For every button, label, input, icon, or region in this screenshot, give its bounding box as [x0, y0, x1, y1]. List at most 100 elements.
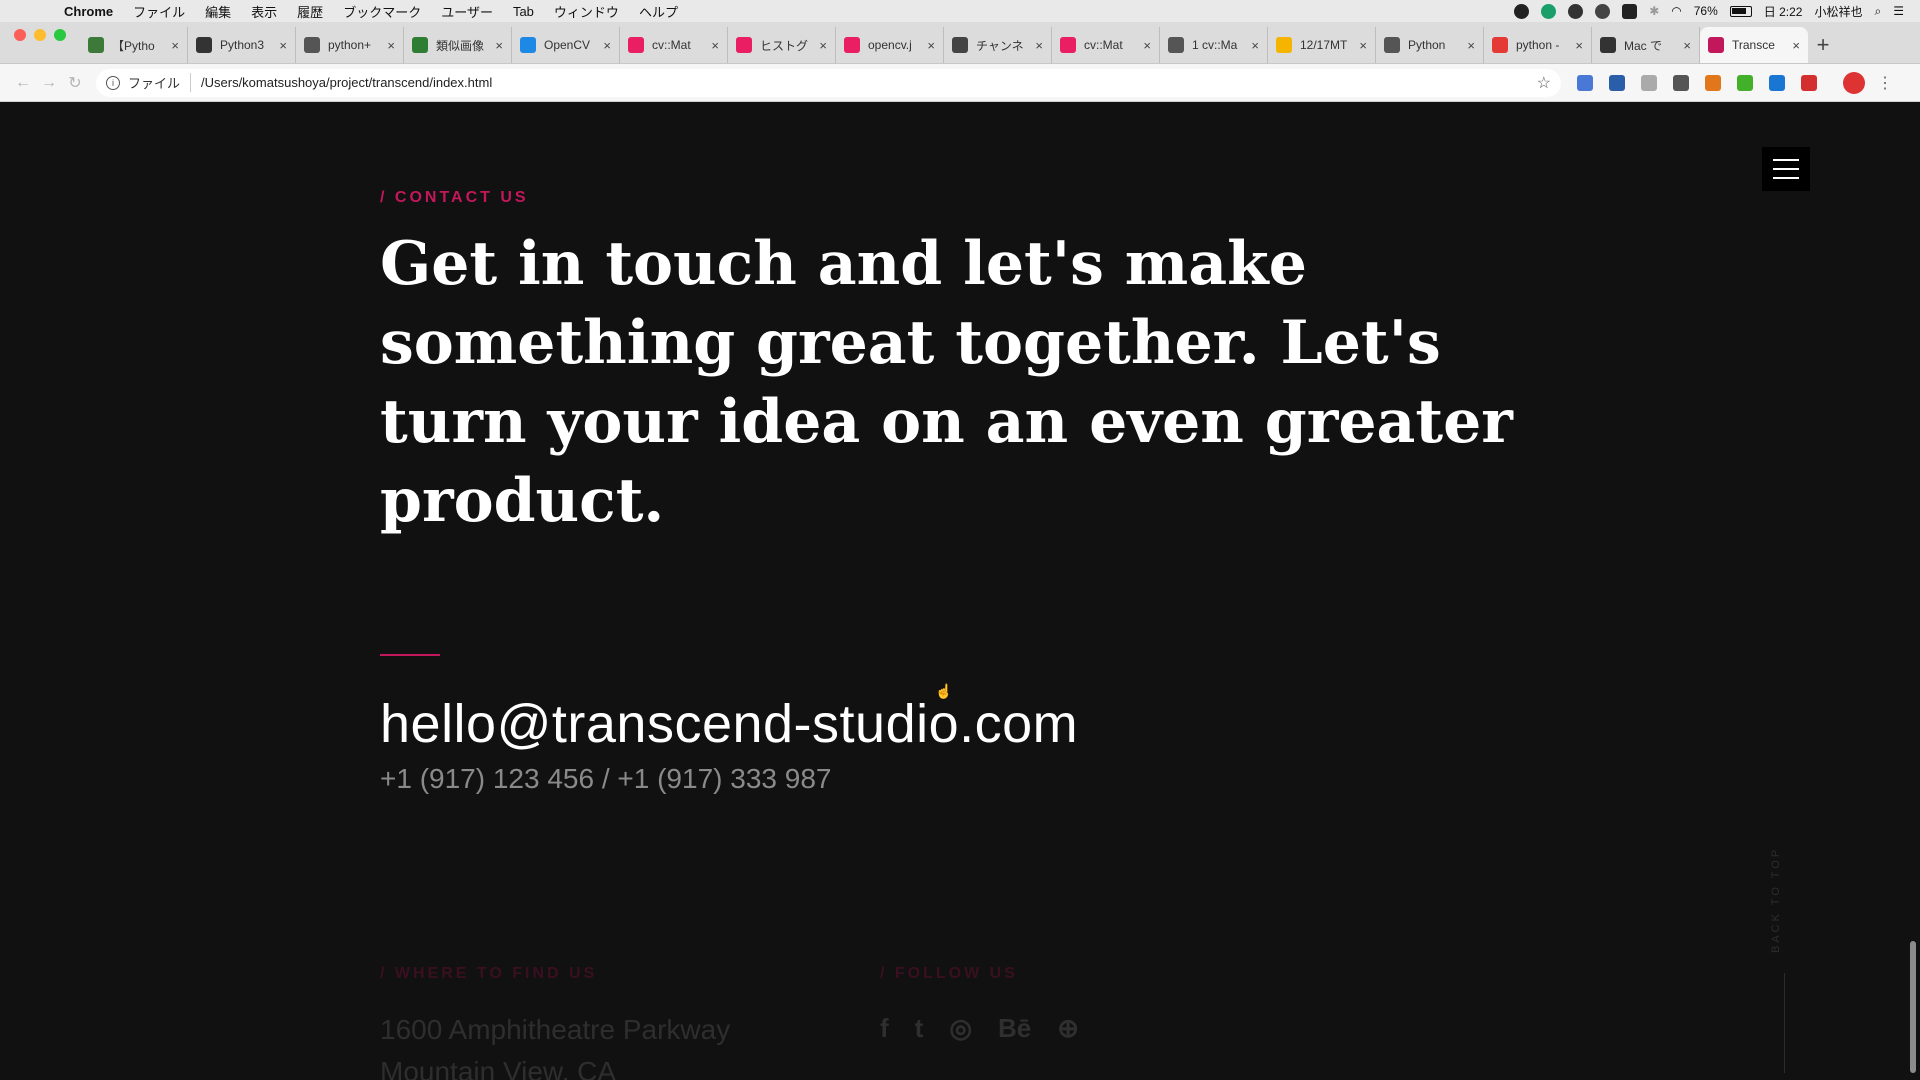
browser-tab[interactable]: Python3 ×: [188, 27, 296, 63]
hamburger-menu-button[interactable]: [1762, 147, 1810, 191]
tab-close-icon[interactable]: ×: [711, 38, 719, 53]
back-to-top-link[interactable]: BACK TO TOP: [1770, 847, 1782, 953]
tab-close-icon[interactable]: ×: [1251, 38, 1259, 53]
input-method-icon[interactable]: [1622, 3, 1638, 19]
close-window-icon[interactable]: [14, 28, 26, 41]
menu-app-name[interactable]: Chrome: [54, 4, 123, 19]
browser-tab[interactable]: 12/17MT ×: [1268, 27, 1376, 63]
tab-close-icon[interactable]: ×: [819, 38, 827, 53]
browser-tab[interactable]: Python ×: [1376, 27, 1484, 63]
browser-tab[interactable]: 類似画像 ×: [404, 27, 512, 63]
dictionary-extension-icon[interactable]: [1609, 74, 1625, 91]
address-bar[interactable]: i ファイル /Users/komatsushoya/project/trans…: [96, 68, 1561, 97]
tab-close-icon[interactable]: ×: [603, 38, 611, 53]
tab-favicon-icon: [196, 37, 212, 53]
extension-icon[interactable]: [1641, 74, 1657, 91]
accent-divider: [380, 654, 440, 656]
browser-tab[interactable]: OpenCV ×: [512, 27, 620, 63]
clock[interactable]: 日 2:22: [1764, 3, 1803, 20]
browser-tab[interactable]: チャンネ ×: [944, 27, 1052, 63]
translate-extension-icon[interactable]: [1577, 74, 1593, 91]
menu-history[interactable]: 履歴: [287, 2, 333, 21]
tab-close-icon[interactable]: ×: [1575, 38, 1583, 53]
behance-icon[interactable]: Bē: [998, 1013, 1031, 1044]
tab-close-icon[interactable]: ×: [279, 38, 287, 53]
tab-close-icon[interactable]: ×: [1035, 38, 1043, 53]
tab-favicon-icon: [1276, 37, 1292, 53]
tab-label: cv::Mat: [1084, 38, 1123, 52]
tab-favicon-icon: [952, 37, 968, 53]
browser-tab[interactable]: 【Pytho ×: [80, 27, 188, 63]
menu-view[interactable]: 表示: [241, 2, 287, 21]
tab-close-icon[interactable]: ×: [171, 38, 179, 53]
menu-tab[interactable]: Tab: [503, 4, 544, 19]
dribbble-icon[interactable]: ⊕: [1057, 1013, 1079, 1044]
minimize-window-icon[interactable]: [34, 28, 46, 41]
browser-tab[interactable]: opencv.j ×: [836, 27, 944, 63]
bookmark-star-icon[interactable]: ☆: [1537, 73, 1551, 93]
menu-bookmarks[interactable]: ブックマーク: [333, 2, 431, 21]
facebook-icon[interactable]: f: [880, 1013, 889, 1044]
menu-line-icon: [1773, 159, 1799, 161]
video-extension-icon[interactable]: [1801, 74, 1817, 91]
menu-user[interactable]: ユーザー: [431, 2, 503, 21]
record-icon[interactable]: [1514, 3, 1530, 19]
tab-close-icon[interactable]: ×: [1792, 38, 1800, 53]
tab-close-icon[interactable]: ×: [495, 38, 503, 53]
site-info-icon[interactable]: i: [106, 75, 120, 90]
url-scheme: ファイル: [128, 73, 192, 92]
social-links: f t ◎ Bē ⊕: [880, 1013, 1079, 1044]
tab-close-icon[interactable]: ×: [387, 38, 395, 53]
browser-tab[interactable]: Mac で ×: [1592, 27, 1700, 63]
browser-tab[interactable]: cv::Mat ×: [620, 27, 728, 63]
tab-favicon-icon: [304, 37, 320, 53]
zoom-window-icon[interactable]: [54, 28, 66, 41]
page-scrollbar[interactable]: [1910, 941, 1916, 1073]
forward-icon[interactable]: →: [36, 74, 62, 92]
selenium-extension-icon[interactable]: [1737, 74, 1753, 91]
tab-favicon-icon: [1060, 37, 1076, 53]
instagram-icon[interactable]: ◎: [949, 1013, 972, 1044]
reload-icon[interactable]: ↻: [62, 73, 88, 93]
bluetooth-icon[interactable]: ✱: [1649, 4, 1659, 18]
url-text[interactable]: /Users/komatsushoya/project/transcend/in…: [201, 75, 1537, 90]
wifi-icon[interactable]: ◠: [1671, 4, 1681, 18]
menu-window[interactable]: ウィンドウ: [544, 2, 629, 21]
browser-tab[interactable]: python - ×: [1484, 27, 1592, 63]
tab-close-icon[interactable]: ×: [1359, 38, 1367, 53]
menu-help[interactable]: ヘルプ: [629, 2, 688, 21]
contact-email-link[interactable]: hello@transcend-studio.com: [380, 693, 1078, 755]
tab-close-icon[interactable]: ×: [1683, 38, 1691, 53]
grammarly-icon[interactable]: [1541, 3, 1557, 19]
browser-tab[interactable]: python+ ×: [296, 27, 404, 63]
profile-avatar[interactable]: [1843, 71, 1865, 94]
user-name[interactable]: 小松祥也: [1814, 3, 1862, 20]
spotlight-icon[interactable]: ⌕: [1875, 4, 1882, 19]
new-tab-button[interactable]: +: [1808, 27, 1838, 63]
tab-close-icon[interactable]: ×: [1467, 38, 1475, 53]
browser-tab[interactable]: ヒストグ ×: [728, 27, 836, 63]
qr-extension-icon[interactable]: [1673, 74, 1689, 91]
tab-close-icon[interactable]: ×: [927, 38, 935, 53]
back-icon[interactable]: ←: [10, 74, 36, 92]
window-controls: [0, 22, 80, 63]
browser-tab[interactable]: 1 cv::Ma ×: [1160, 27, 1268, 63]
creative-cloud-icon[interactable]: [1595, 3, 1611, 19]
menu-file[interactable]: ファイル: [123, 2, 195, 21]
menu-edit[interactable]: 編集: [195, 2, 241, 21]
twitter-icon[interactable]: t: [915, 1013, 924, 1044]
metamask-extension-icon[interactable]: [1705, 74, 1721, 91]
notification-center-icon[interactable]: ☰: [1893, 4, 1904, 18]
tab-strip: 【Pytho × Python3 × python+ × 類似画像 × OpenCV × cv::M…: [0, 22, 1920, 64]
bookmark-extension-icon[interactable]: [1769, 74, 1785, 91]
tab-label: ヒストグ: [760, 38, 809, 53]
tab-favicon-icon: [1600, 37, 1616, 53]
dropbox-icon[interactable]: [1568, 3, 1584, 19]
browser-tab[interactable]: cv::Mat ×: [1052, 27, 1160, 63]
tab-close-icon[interactable]: ×: [1143, 38, 1151, 53]
chrome-menu-icon[interactable]: ⋮: [1877, 73, 1893, 93]
address-line-2: Mountain View, CA: [380, 1056, 617, 1080]
browser-tab[interactable]: Transce ×: [1700, 27, 1808, 63]
battery-icon[interactable]: [1729, 5, 1752, 17]
tab-label: python+: [328, 38, 372, 52]
